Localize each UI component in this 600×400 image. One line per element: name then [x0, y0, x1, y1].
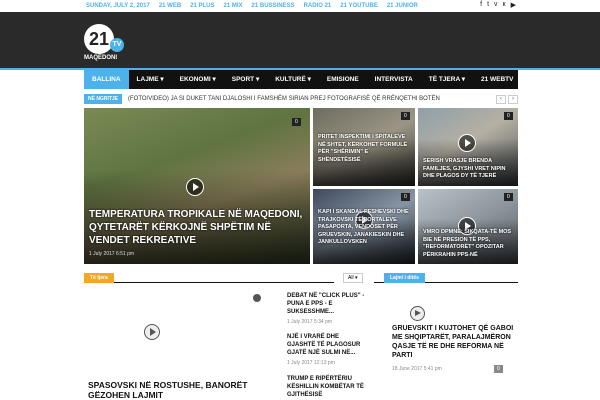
- comment-count: 0: [401, 112, 410, 120]
- list-item-title[interactable]: DEBAT NË "CLICK PLUS" - PUNA E PPS - E S…: [287, 292, 367, 316]
- featured-tile[interactable]: 0 KAPI I SKANDAL PESHEVSKI DHE TRAJKOVSK…: [313, 189, 415, 264]
- news-ticker: NË NGRITJE (FOTO/VIDEO) JA SI DUKET TANI…: [84, 92, 518, 106]
- section-head-lajmi-i-dites: Lajmi i ditës: [374, 273, 518, 283]
- play-icon[interactable]: [458, 134, 476, 152]
- play-icon[interactable]: [144, 324, 160, 340]
- article-thumb: [250, 292, 282, 312]
- list-item[interactable]: NJË I VRARË DHE GJASHTË TË PLAGOSUR GJAT…: [250, 333, 370, 373]
- top-link-21plus[interactable]: 21 PLUS: [190, 3, 214, 9]
- section-tag[interactable]: Të tjera: [84, 273, 114, 283]
- play-icon[interactable]: [410, 306, 425, 321]
- featured-tile[interactable]: 0 VMRO DPMNE: SIKQATA-TË MOS BIE NË PRES…: [418, 189, 518, 264]
- ticker-next-button[interactable]: ›: [508, 94, 518, 104]
- twitter-icon[interactable]: t: [487, 1, 489, 9]
- top-link-21mix[interactable]: 21 MIX: [224, 3, 243, 9]
- featured-tile-title[interactable]: VMRO DPMNE: SIKQATA-TË MOS BIE NË PRESIO…: [423, 229, 513, 259]
- vk-icon[interactable]: к: [503, 1, 506, 9]
- featured-tile-title[interactable]: KAPI I SKANDAL PESHEVSKI DHE TRAJKOVSKI …: [318, 209, 410, 247]
- comment-count: 0: [401, 193, 410, 201]
- play-icon[interactable]: [253, 294, 261, 302]
- section-head-te-tjera: Të tjera: [84, 273, 334, 283]
- ticker-prev-button[interactable]: ‹: [496, 94, 506, 104]
- featured-main-title[interactable]: TEMPERATURA TROPIKALE NË MAQEDONI, QYTET…: [89, 208, 305, 247]
- list-item-title[interactable]: NJË I VRARË DHE GJASHTË TË PLAGOSUR GJAT…: [287, 333, 367, 357]
- nav-item-sport[interactable]: SPORT ▾: [224, 70, 267, 89]
- nav-item-kulture[interactable]: KULTURË ▾: [267, 70, 319, 89]
- left-main-article[interactable]: SPASOVSKI NË ROSTUSHE, BANORËT I GËZOHEN…: [84, 288, 264, 400]
- featured-tile[interactable]: 0 SERISH VRASJE BRENDA FAMILJES, GJYSHI …: [418, 108, 518, 186]
- ticker-headline[interactable]: (FOTO/VIDEO) JA SI DUKET TANI DJALOSHI I…: [128, 96, 440, 102]
- nav-item-te-tjera[interactable]: TË TJERA ▾: [421, 70, 473, 89]
- right-main-article[interactable]: GRUEVSKIT I KUJTOHET QË GABOI ME SHQIPTA…: [374, 288, 518, 400]
- site-logo[interactable]: 21 TV MAQEDONI: [84, 24, 130, 68]
- featured-tile-title[interactable]: PRITET INSPEKTIMI I SPITALEVE NË SHTET, …: [318, 134, 410, 164]
- top-date: SUNDAY, JULY 2, 2017: [86, 3, 150, 9]
- filter-dropdown[interactable]: All ▾: [343, 273, 363, 283]
- nav-item-lajme[interactable]: LAJME ▾: [129, 70, 172, 89]
- comment-count: 0: [292, 118, 301, 126]
- top-link-21bussiness[interactable]: 21 BUSSINESS: [252, 3, 295, 9]
- comment-count: 0: [504, 112, 513, 120]
- featured-main-tile[interactable]: 0 TEMPERATURA TROPIKALE NË MAQEDONI, QYT…: [84, 108, 310, 264]
- social-links: f t v к ▶: [480, 1, 516, 9]
- list-item[interactable]: DEBAT NË "CLICK PLUS" - PUNA E PPS - E S…: [250, 292, 370, 332]
- nav-item-intervista[interactable]: INTERVISTA: [367, 70, 421, 89]
- top-link-21youtube[interactable]: 21 YOUTUBE: [340, 3, 378, 9]
- logo-number: 21: [84, 24, 114, 54]
- right-main-title[interactable]: GRUEVSKIT I KUJTOHET QË GABOI ME SHQIPTA…: [392, 324, 516, 360]
- comment-count: 0: [494, 365, 503, 373]
- facebook-icon[interactable]: f: [480, 1, 482, 9]
- list-item-title[interactable]: TRUMP E RIPËRTËRIU KËSHILLIN KOMBËTAR TË…: [287, 375, 367, 399]
- list-item-date: 1 July 2017 5:34 pm: [287, 319, 333, 325]
- logo-sub: MAQEDONI: [84, 55, 117, 61]
- top-link-21junior[interactable]: 21 JUNIOR: [387, 3, 418, 9]
- search-icon[interactable]: ⌕: [521, 74, 540, 85]
- article-thumb: [250, 333, 282, 353]
- logo-tv: TV: [110, 38, 124, 52]
- nav-item-ekonomi[interactable]: EKONOMI ▾: [172, 70, 224, 89]
- site-header: 21 TV MAQEDONI: [0, 12, 600, 68]
- main-nav: BALLINA LAJME ▾ EKONOMI ▾ SPORT ▾ KULTUR…: [84, 70, 534, 89]
- top-link-21web[interactable]: 21 WEB: [159, 3, 181, 9]
- left-main-title[interactable]: SPASOVSKI NË ROSTUSHE, BANORËT I GËZOHEN…: [88, 380, 264, 400]
- nav-item-21webtv[interactable]: 21 WEBTV: [473, 70, 522, 89]
- comment-count: 0: [504, 193, 513, 201]
- list-item[interactable]: TRUMP E RIPËRTËRIU KËSHILLIN KOMBËTAR TË…: [250, 375, 370, 400]
- featured-main-date: 1 July 2017 6:51 pm: [89, 251, 135, 257]
- youtube-icon[interactable]: ▶: [511, 1, 516, 9]
- featured-tile[interactable]: 0 PRITET INSPEKTIMI I SPITALEVE NË SHTET…: [313, 108, 415, 186]
- top-link-radio21[interactable]: RADIO 21: [304, 3, 332, 9]
- right-main-date: 18 June 2017 5:41 pm: [392, 366, 442, 372]
- vimeo-icon[interactable]: v: [494, 1, 498, 9]
- ticker-badge: NË NGRITJE: [84, 94, 123, 104]
- ticker-arrows: ‹ ›: [496, 94, 518, 104]
- nav-item-emisione[interactable]: EMISIONE: [319, 70, 367, 89]
- list-item-date: 1 July 2017 12:13 pm: [287, 360, 335, 366]
- featured-tile-title[interactable]: SERISH VRASJE BRENDA FAMILJES, GJYSHI VR…: [423, 158, 513, 181]
- section-tag[interactable]: Lajmi i ditës: [384, 273, 425, 283]
- nav-item-ballina[interactable]: BALLINA: [84, 70, 129, 89]
- article-thumb: [250, 375, 282, 395]
- play-icon[interactable]: [186, 178, 204, 196]
